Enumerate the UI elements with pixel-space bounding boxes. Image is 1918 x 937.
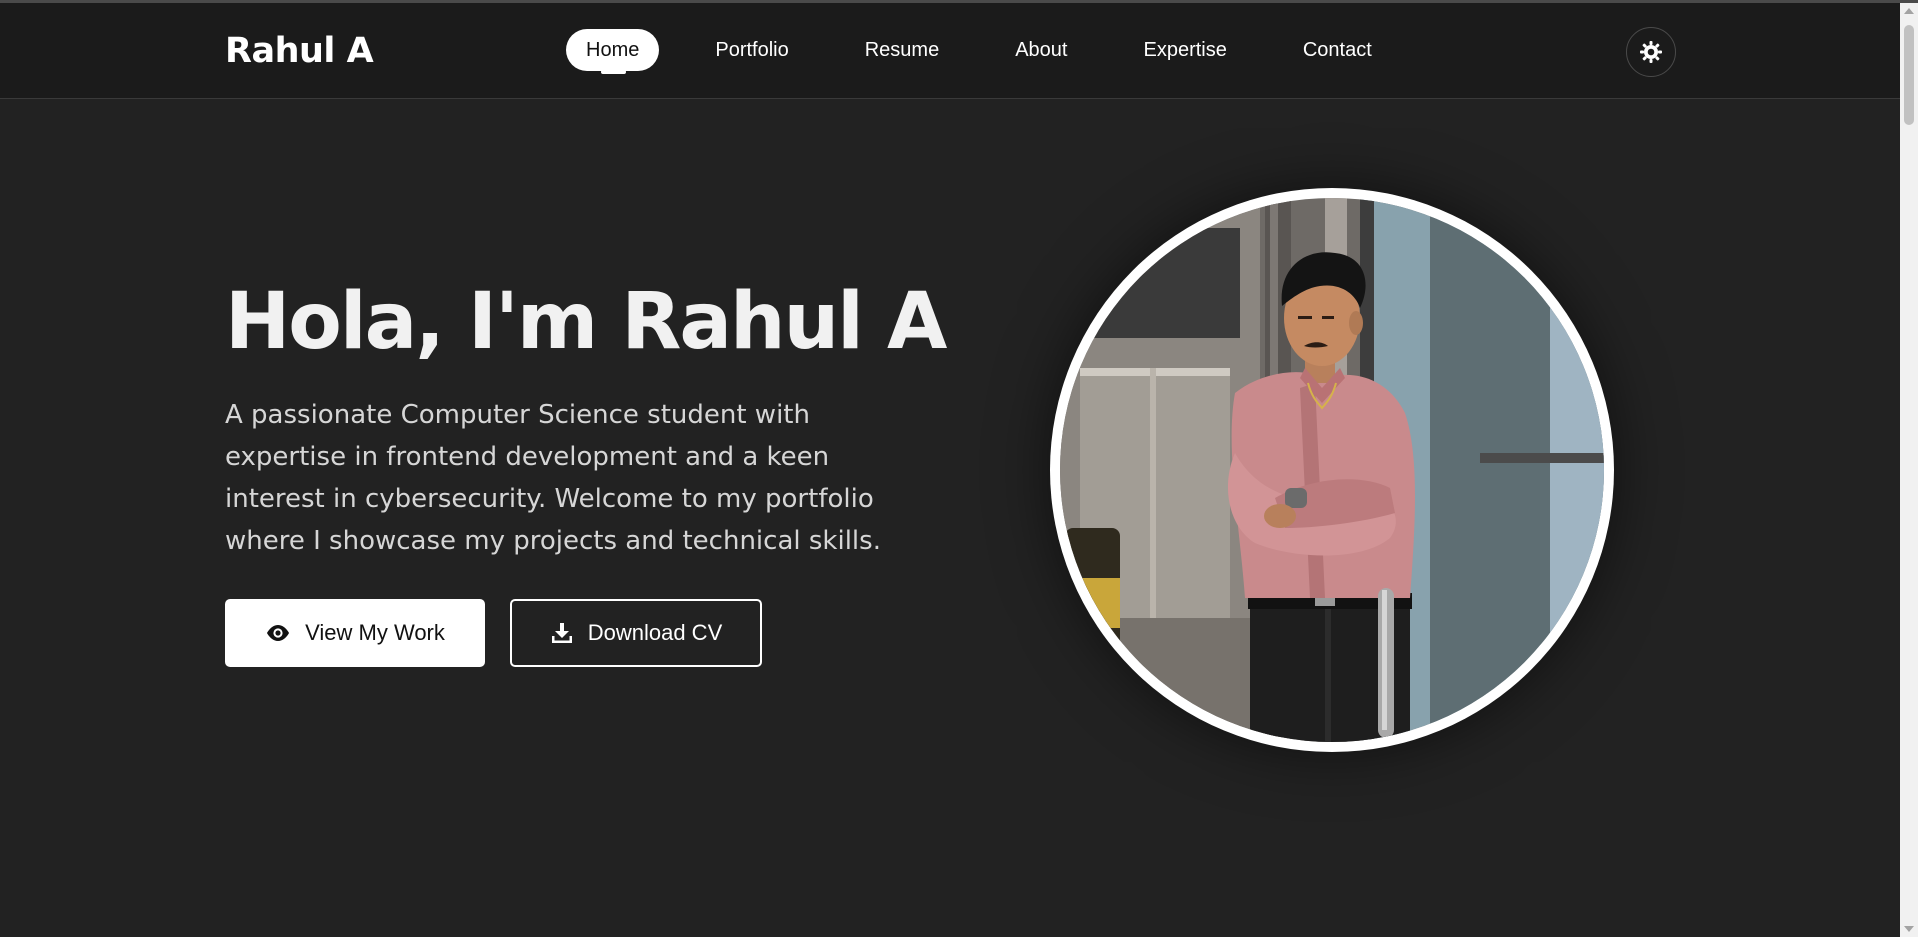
scroll-up-arrow-icon[interactable] (1904, 8, 1914, 14)
site-logo[interactable]: Rahul A (225, 31, 374, 71)
profile-photo (1060, 198, 1604, 742)
scroll-thumb[interactable] (1904, 25, 1914, 125)
view-my-work-button[interactable]: View My Work (225, 599, 485, 667)
hero-description: A passionate Computer Science student wi… (225, 400, 881, 556)
navbar: Rahul A Home Portfolio Resume About Expe… (0, 3, 1900, 99)
download-cv-button[interactable]: Download CV (510, 599, 762, 667)
nav-link-home[interactable]: Home (566, 29, 660, 74)
nav-links: Home Portfolio Resume About Expertise Co… (566, 29, 1428, 74)
nav-link-about[interactable]: About (995, 29, 1087, 71)
page-scrollbar[interactable] (1900, 3, 1918, 937)
scroll-down-arrow-icon[interactable] (1904, 926, 1914, 932)
sun-gear-icon (1639, 40, 1663, 64)
nav-link-resume[interactable]: Resume (845, 29, 959, 71)
hero-title: Hola, I'm Rahul A (225, 277, 947, 367)
nav-link-expertise[interactable]: Expertise (1123, 29, 1246, 71)
nav-link-portfolio[interactable]: Portfolio (695, 29, 808, 71)
view-my-work-label: View My Work (305, 620, 445, 645)
profile-photo-frame (1050, 188, 1614, 752)
download-cv-label: Download CV (587, 620, 723, 645)
download-icon (550, 621, 574, 645)
theme-toggle-button[interactable] (1626, 27, 1676, 77)
nav-link-contact[interactable]: Contact (1283, 29, 1392, 71)
portfolio-page: Rahul A Home Portfolio Resume About Expe… (0, 0, 1918, 937)
eye-icon (265, 623, 291, 643)
